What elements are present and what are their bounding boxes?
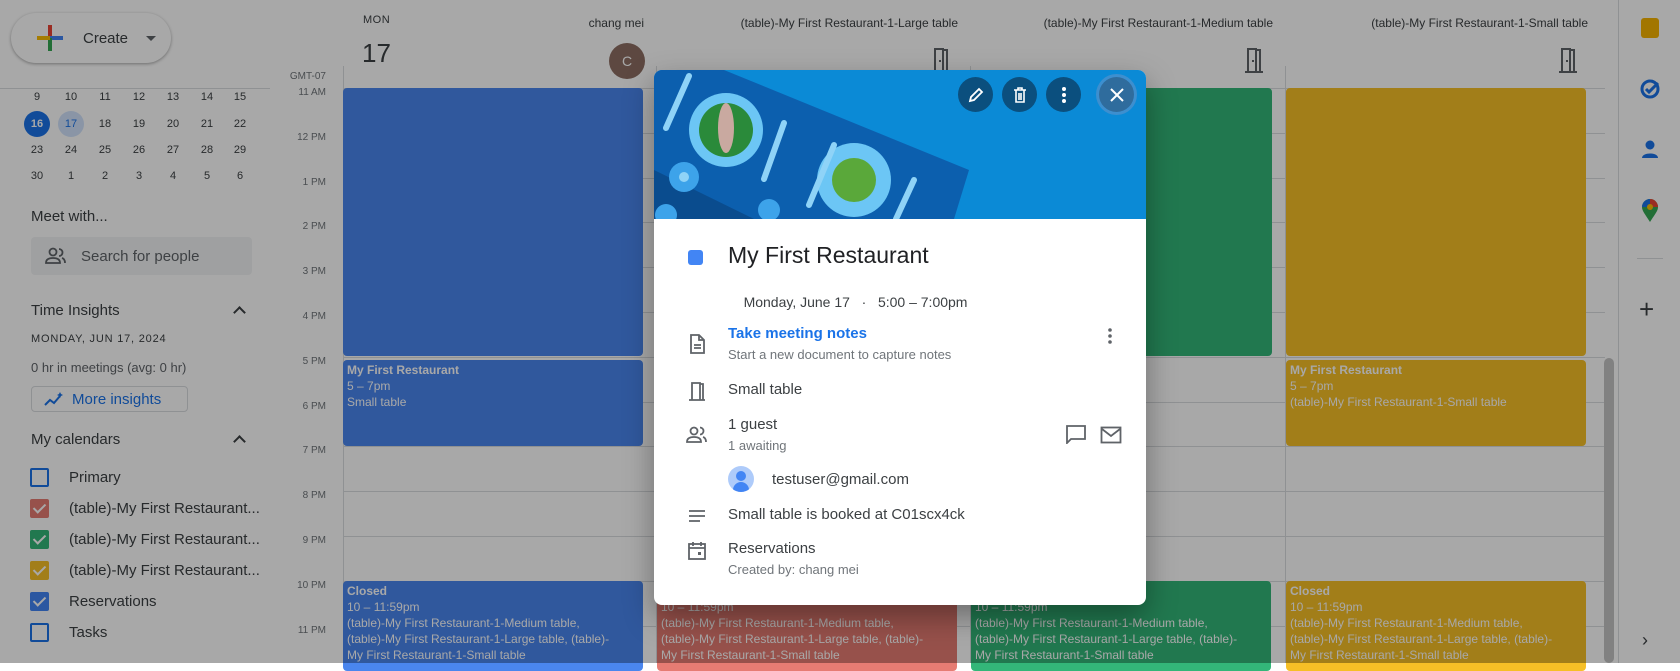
calendar-icon [688,542,706,560]
kebab-menu-icon [1061,86,1066,103]
guests-icon [686,426,707,443]
separator: · [861,294,867,310]
event-details-popup: My First Restaurant Monday, June 17 · 5:… [654,70,1146,605]
event-date: Monday, June 17 [743,294,850,310]
guest-status: 1 awaiting [728,438,787,453]
email-icon[interactable] [1100,426,1122,444]
calendar-name: Reservations [728,540,816,557]
chat-icon[interactable] [1065,424,1087,444]
close-popup-button[interactable] [1099,77,1134,112]
edit-event-button[interactable] [958,77,993,112]
delete-event-button[interactable] [1002,77,1037,112]
event-color-swatch [688,250,703,265]
notes-subtitle: Start a new document to capture notes [728,347,952,362]
event-description: Small table is booked at C01scx4ck [728,506,965,523]
description-icon [689,510,705,522]
close-icon [1109,87,1124,102]
pencil-icon [968,87,983,102]
event-title: My First Restaurant [728,242,929,268]
door-icon [689,382,705,401]
guest-avatar [728,466,754,492]
notes-options-kebab-icon[interactable] [1108,328,1112,344]
guest-email[interactable]: testuser@gmail.com [772,471,909,488]
take-meeting-notes-link[interactable]: Take meeting notes [728,325,867,342]
trash-icon [1013,86,1026,103]
created-by: Created by: chang mei [728,562,859,577]
guest-count: 1 guest [728,416,778,433]
room-name: Small table [728,381,803,398]
event-time: 5:00 – 7:00pm [877,294,968,310]
more-options-button[interactable] [1046,77,1081,112]
document-icon [690,334,705,354]
